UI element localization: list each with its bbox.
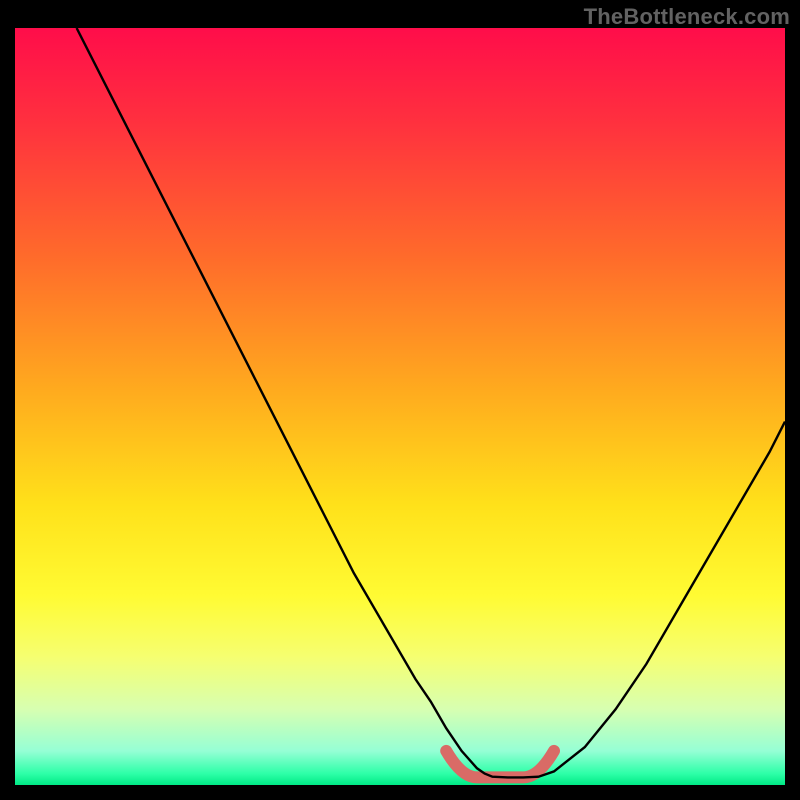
gradient-rect bbox=[15, 28, 785, 785]
plot-svg bbox=[15, 28, 785, 785]
chart-frame: TheBottleneck.com bbox=[0, 0, 800, 800]
watermark-text: TheBottleneck.com bbox=[584, 4, 790, 30]
bottleneck-plot bbox=[15, 28, 785, 785]
